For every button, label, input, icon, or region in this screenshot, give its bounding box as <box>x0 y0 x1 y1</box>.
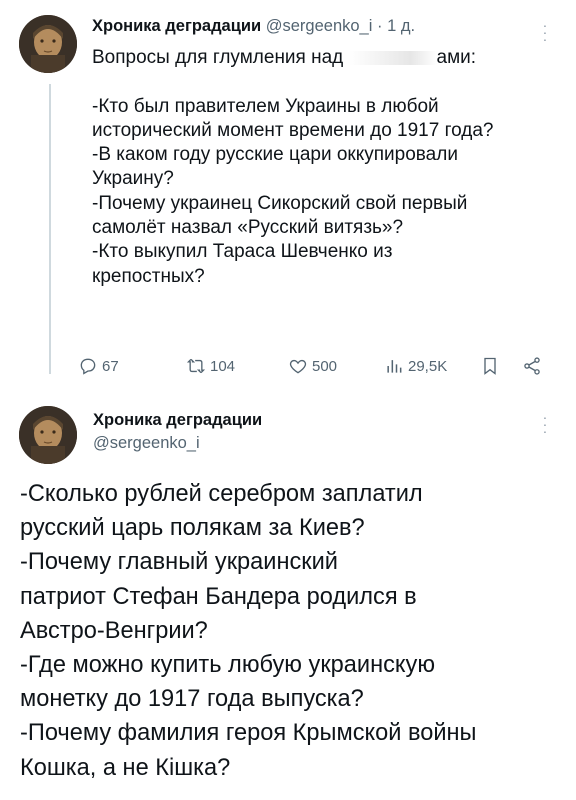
text-line: Украину? <box>92 168 174 190</box>
text-line: монетку до 1917 года выпуска? <box>20 686 364 713</box>
more-icon[interactable]: · · · <box>542 410 548 438</box>
tweet-header: Хроника деградации @sergeenko_i · 1 д. <box>92 17 415 36</box>
author-handle[interactable]: @sergeenko_i <box>93 434 200 452</box>
action-bar: 67 104 500 29,5K <box>78 356 556 380</box>
text-line: -Где можно купить любую украинскую <box>20 652 436 679</box>
repost-count: 104 <box>210 357 236 375</box>
text-line: ами: <box>436 47 477 68</box>
author-name[interactable]: Хроника деградации <box>92 17 261 35</box>
author-name-wrap: Хроника деградации <box>93 411 262 430</box>
bookmark-icon <box>484 357 496 375</box>
text-line: -Почему главный украинский <box>20 549 338 576</box>
text-line: самолёт назвал «Русский витязь»? <box>92 217 404 239</box>
text-line: -В каком году русские цари оккупировали <box>92 144 458 166</box>
text-line: патриот Стефан Бандера родился в <box>20 583 417 610</box>
avatar-portrait-icon <box>19 406 77 464</box>
avatar[interactable] <box>19 15 77 73</box>
text-line: исторический момент времени до 1917 года… <box>92 119 494 141</box>
views-icon <box>387 360 402 373</box>
text-line: -Кто выкупил Тараса Шевченко из <box>92 241 393 263</box>
text-line <box>92 70 493 94</box>
text-line: русский царь полякам за Киев? <box>20 515 365 542</box>
text-line: -Почему фамилия героя Крымской войны <box>20 720 477 747</box>
heart-icon <box>289 359 307 374</box>
text-line: Кошка, а не Кішка? <box>20 754 231 781</box>
text-line: крепостных? <box>92 265 205 287</box>
views-count: 29,5K <box>408 357 448 375</box>
redacted-smudge <box>348 50 437 65</box>
reply-count: 67 <box>102 357 119 375</box>
timestamp[interactable]: · 1 д. <box>377 17 415 35</box>
share-icon <box>524 357 540 375</box>
author-handle-wrap: @sergeenko_i <box>93 434 200 453</box>
tweet-1[interactable]: Хроника деградации @sergeenko_i · 1 д. ·… <box>0 0 576 392</box>
author-handle[interactable]: @sergeenko_i <box>266 17 373 35</box>
text-line: -Почему украинец Сикорский свой первый <box>92 192 468 214</box>
thread-line <box>49 84 51 374</box>
tweet-2-text: -Сколько рублей серебром заплатил русски… <box>20 477 477 785</box>
text-line: Вопросы для глумления над <box>92 47 344 68</box>
text-line: -Сколько рублей серебром заплатил <box>20 481 423 507</box>
bookmark-button[interactable] <box>480 356 500 376</box>
reply-icon <box>80 358 96 375</box>
more-icon[interactable]: · · · <box>542 18 548 46</box>
like-count: 500 <box>312 357 338 375</box>
share-button[interactable] <box>522 356 542 376</box>
text-line: -Кто был правителем Украины в любой <box>92 95 439 117</box>
repost-button[interactable]: 104 <box>186 356 235 376</box>
avatar[interactable] <box>19 406 77 464</box>
like-button[interactable]: 500 <box>288 356 337 376</box>
avatar-portrait-icon <box>19 15 77 73</box>
tweet-text: Вопросы для глумления над ами: -Кто был … <box>92 46 493 289</box>
views-button[interactable]: 29,5K <box>384 356 447 376</box>
text-line: Австро-Венгрии? <box>20 617 208 644</box>
reply-button[interactable]: 67 <box>78 356 119 376</box>
repost-icon <box>186 358 206 374</box>
author-name[interactable]: Хроника деградации <box>93 411 262 429</box>
